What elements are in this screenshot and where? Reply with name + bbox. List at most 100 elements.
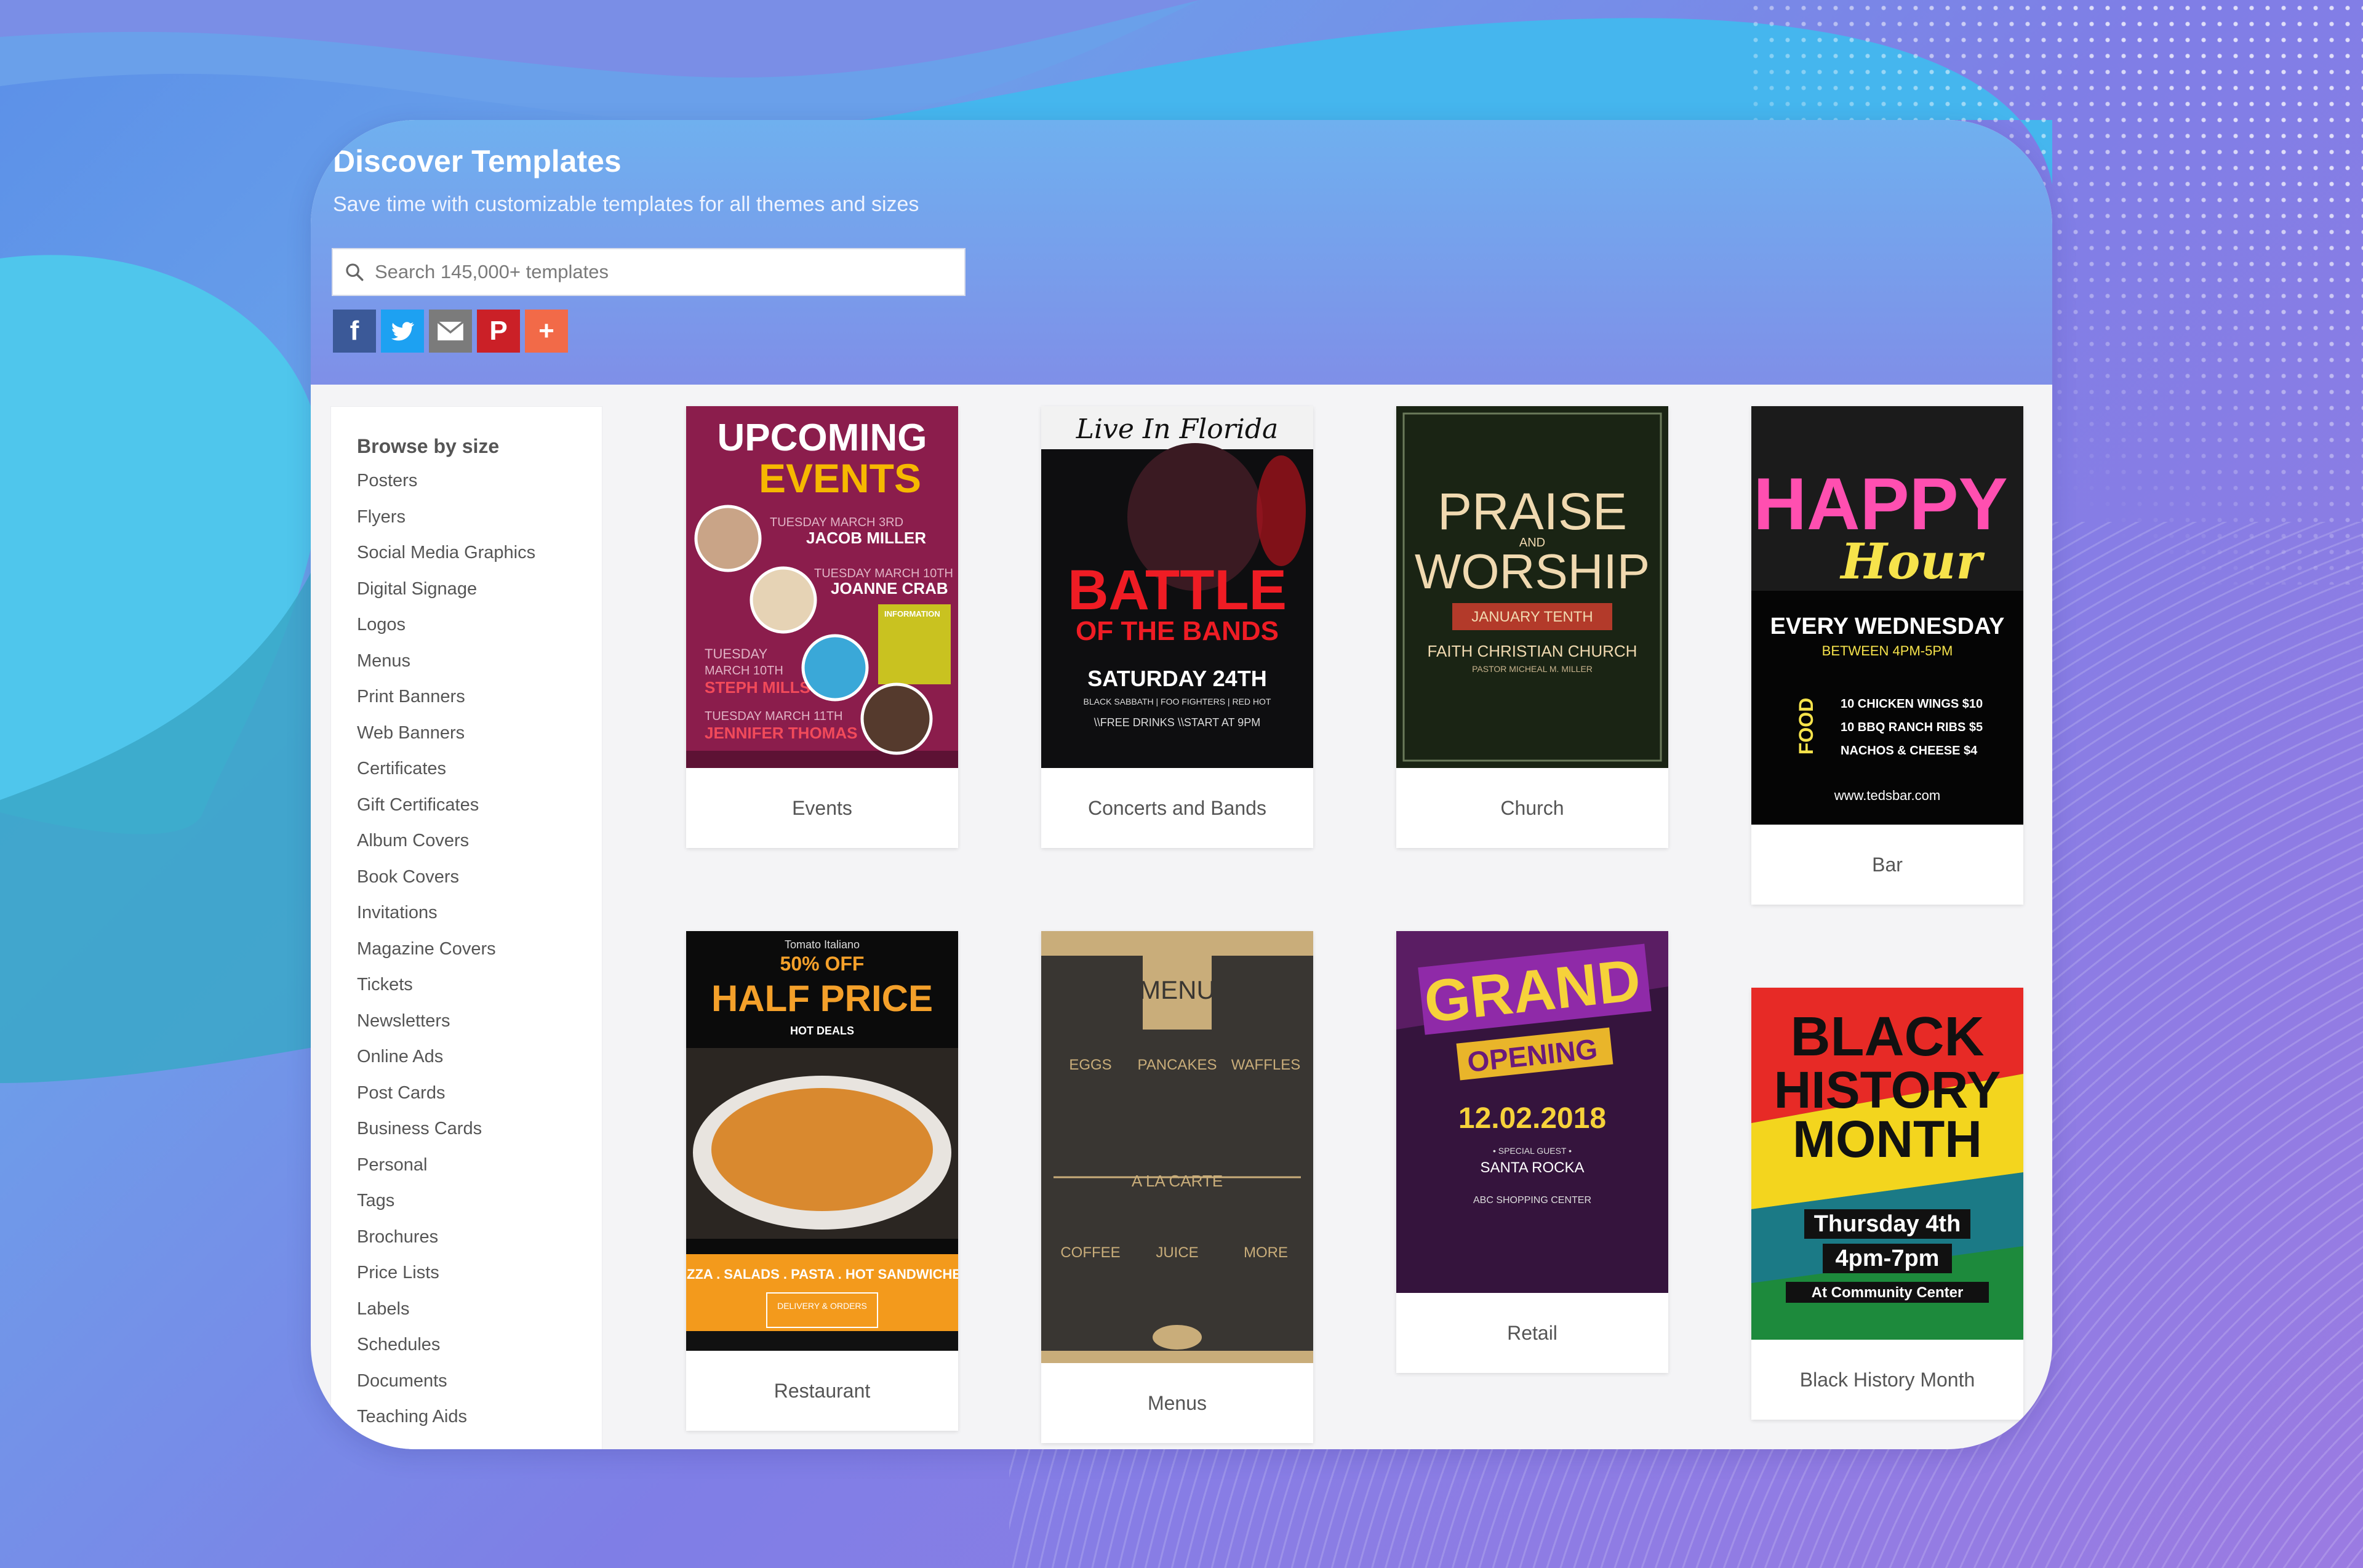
retail-line-5: ABC SHOPPING CENTER — [1473, 1195, 1591, 1206]
email-icon[interactable] — [429, 310, 472, 353]
concert-line-3: SATURDAY 24TH — [1087, 666, 1266, 691]
sidebar-item-newsletters[interactable]: Newsletters — [357, 1009, 535, 1045]
sidebar-item-social-media-graphics[interactable]: Social Media Graphics — [357, 540, 535, 577]
bar-line-4: FOOD — [1795, 698, 1817, 754]
bhm-line-5: At Community Center — [1812, 1284, 1964, 1301]
sidebar-item-tickets[interactable]: Tickets — [357, 972, 535, 1009]
sidebar-item-documents[interactable]: Documents — [357, 1369, 535, 1405]
retail-line-2: 12.02.2018 — [1458, 1102, 1606, 1135]
events-line-7: TUESDAY — [705, 646, 768, 662]
template-card-retail[interactable]: GRAND OPENING 12.02.2018 • SPECIAL GUEST… — [1396, 931, 1668, 1373]
template-label[interactable]: Menus — [1041, 1363, 1313, 1443]
template-label[interactable]: Events — [686, 768, 958, 848]
concert-line-5: \\FREE DRINKS \\START AT 9PM — [1094, 716, 1260, 729]
bhm-line-2: MONTH — [1793, 1110, 1982, 1168]
sidebar-item-flyers[interactable]: Flyers — [357, 505, 535, 541]
sidebar-item-album-covers[interactable]: Album Covers — [357, 828, 535, 865]
sidebar-item-price-lists[interactable]: Price Lists — [357, 1260, 535, 1297]
template-thumbnail[interactable]: Tomato Italiano 50% OFF HALF PRICE HOT D… — [686, 931, 958, 1351]
twitter-icon[interactable] — [381, 310, 424, 353]
template-card-church[interactable]: PRAISE AND WORSHIP JANUARY TENTH FAITH C… — [1396, 406, 1668, 848]
avatar-4 — [860, 682, 933, 755]
sidebar-item-invitations[interactable]: Invitations — [357, 900, 535, 937]
sidebar-item-posters[interactable]: Posters — [357, 468, 535, 505]
bar-line-7: NACHOS & CHEESE $4 — [1841, 744, 1978, 758]
events-line-0: UPCOMING — [718, 417, 927, 459]
sidebar-item-book-covers[interactable]: Book Covers — [357, 865, 535, 901]
events-line-5: JOANNE CRAB — [831, 579, 948, 598]
facebook-icon[interactable]: f — [333, 310, 376, 353]
template-label[interactable]: Church — [1396, 768, 1668, 848]
menu-line-0: MENU — [1139, 975, 1215, 1004]
template-label[interactable]: Restaurant — [686, 1351, 958, 1431]
browse-sidebar: Browse by size Posters Flyers Social Med… — [330, 406, 602, 1449]
template-thumbnail[interactable]: Live In Florida BATTLE OF THE BANDS SATU… — [1041, 406, 1313, 768]
search-box[interactable] — [332, 248, 966, 296]
template-label[interactable]: Retail — [1396, 1293, 1668, 1373]
events-line-2: TUESDAY MARCH 3RD — [770, 516, 903, 529]
pinterest-icon[interactable]: P — [477, 310, 520, 353]
sidebar-item-post-cards[interactable]: Post Cards — [357, 1081, 535, 1117]
sidebar-item-magazine-covers[interactable]: Magazine Covers — [357, 937, 535, 973]
church-line-3: JANUARY TENTH — [1471, 609, 1593, 625]
template-card-events[interactable]: UPCOMING EVENTS TUESDAY MARCH 3RD JACOB … — [686, 406, 958, 848]
menu-line-7: MORE — [1244, 1244, 1288, 1261]
menu-line-6: JUICE — [1156, 1244, 1198, 1261]
bhm-line-4: 4pm-7pm — [1836, 1246, 1940, 1271]
menu-line-2: PANCAKES — [1138, 1057, 1217, 1073]
events-poster: UPCOMING EVENTS TUESDAY MARCH 3RD JACOB … — [686, 406, 958, 768]
events-line-8: MARCH 10TH — [705, 664, 783, 678]
sidebar-item-teaching-aids[interactable]: Teaching Aids — [357, 1404, 535, 1441]
retail-poster: GRAND OPENING 12.02.2018 • SPECIAL GUEST… — [1396, 931, 1668, 1293]
sidebar-item-gift-certificates[interactable]: Gift Certificates — [357, 793, 535, 829]
sidebar-item-web-banners[interactable]: Web Banners — [357, 721, 535, 757]
menu-line-1: EGGS — [1069, 1057, 1111, 1073]
sidebar-item-business-cards[interactable]: Business Cards — [357, 1116, 535, 1153]
template-thumbnail[interactable]: PRAISE AND WORSHIP JANUARY TENTH FAITH C… — [1396, 406, 1668, 768]
sidebar-item-menus[interactable]: Menus — [357, 649, 535, 685]
template-thumbnail[interactable]: HAPPY Hour EVERY WEDNESDAY BETWEEN 4PM-5… — [1751, 406, 2023, 825]
sidebar-item-tags[interactable]: Tags — [357, 1188, 535, 1225]
menu-line-4: A LA CARTE — [1132, 1172, 1223, 1190]
template-label[interactable]: Black History Month — [1751, 1340, 2023, 1420]
search-input[interactable] — [374, 260, 930, 284]
restaurant-line-2: HALF PRICE — [711, 978, 933, 1019]
template-label[interactable]: Concerts and Bands — [1041, 768, 1313, 848]
black-history-poster: BLACK HISTORY MONTH Thursday 4th 4pm-7pm… — [1751, 988, 2023, 1340]
panel-header: Discover Templates Save time with custom… — [311, 120, 2052, 385]
template-label[interactable]: Bar — [1751, 825, 2023, 905]
sidebar-item-personal[interactable]: Personal — [357, 1153, 535, 1189]
bar-line-5: 10 CHICKEN WINGS $10 — [1841, 697, 1983, 711]
concert-line-2: OF THE BANDS — [1076, 616, 1279, 646]
concert-line-1: BATTLE — [1068, 559, 1287, 622]
sidebar-item-digital-signage[interactable]: Digital Signage — [357, 577, 535, 613]
restaurant-line-1: 50% OFF — [780, 953, 865, 975]
sidebar-item-schedules[interactable]: Schedules — [357, 1332, 535, 1369]
template-thumbnail[interactable]: MENU EGGS PANCAKES WAFFLES A LA CARTE CO… — [1041, 931, 1313, 1363]
pizza-image — [711, 1088, 933, 1211]
bar-line-3: BETWEEN 4PM-5PM — [1822, 643, 1953, 658]
twitter-bird-icon — [391, 322, 414, 341]
template-thumbnail[interactable]: BLACK HISTORY MONTH Thursday 4th 4pm-7pm… — [1751, 988, 2023, 1340]
share-bar: f P + — [333, 310, 568, 353]
template-thumbnail[interactable]: GRAND OPENING 12.02.2018 • SPECIAL GUEST… — [1396, 931, 1668, 1293]
sidebar-item-print-banners[interactable]: Print Banners — [357, 684, 535, 721]
template-card-black-history-month[interactable]: BLACK HISTORY MONTH Thursday 4th 4pm-7pm… — [1751, 988, 2023, 1420]
bar-poster: HAPPY Hour EVERY WEDNESDAY BETWEEN 4PM-5… — [1751, 406, 2023, 825]
template-card-concerts-and-bands[interactable]: Live In Florida BATTLE OF THE BANDS SATU… — [1041, 406, 1313, 848]
template-thumbnail[interactable]: UPCOMING EVENTS TUESDAY MARCH 3RD JACOB … — [686, 406, 958, 768]
events-line-10: TUESDAY MARCH 11TH — [705, 710, 842, 723]
sidebar-item-logos[interactable]: Logos — [357, 612, 535, 649]
template-card-restaurant[interactable]: Tomato Italiano 50% OFF HALF PRICE HOT D… — [686, 931, 958, 1431]
sidebar-item-labels[interactable]: Labels — [357, 1297, 535, 1333]
more-share-icon[interactable]: + — [525, 310, 568, 353]
template-card-menus[interactable]: MENU EGGS PANCAKES WAFFLES A LA CARTE CO… — [1041, 931, 1313, 1443]
restaurant-poster: Tomato Italiano 50% OFF HALF PRICE HOT D… — [686, 931, 958, 1351]
sidebar-item-online-ads[interactable]: Online Ads — [357, 1044, 535, 1081]
menu-poster: MENU EGGS PANCAKES WAFFLES A LA CARTE CO… — [1041, 931, 1313, 1363]
size-list: Posters Flyers Social Media Graphics Dig… — [357, 468, 535, 1441]
search-icon — [346, 263, 364, 281]
template-card-bar[interactable]: HAPPY Hour EVERY WEDNESDAY BETWEEN 4PM-5… — [1751, 406, 2023, 905]
sidebar-item-certificates[interactable]: Certificates — [357, 756, 535, 793]
sidebar-item-brochures[interactable]: Brochures — [357, 1225, 535, 1261]
